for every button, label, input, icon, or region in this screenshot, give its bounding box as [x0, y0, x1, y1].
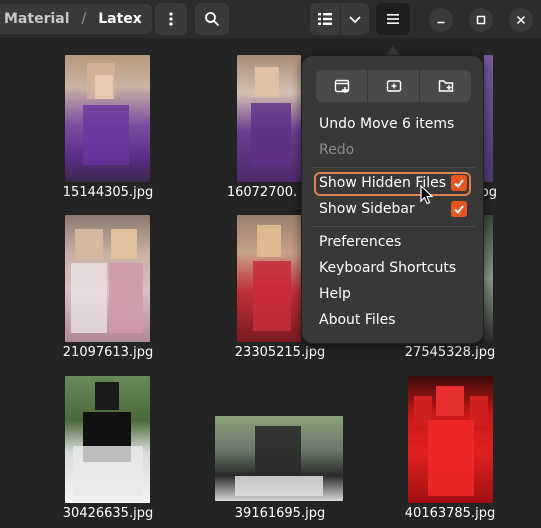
- close-icon: [516, 15, 526, 25]
- file-name: 27545328.jpg: [404, 345, 496, 360]
- pixelated-photo-icon: [73, 382, 143, 496]
- image-thumbnail[interactable]: [65, 215, 150, 342]
- search-button[interactable]: [195, 3, 229, 35]
- new-tab-icon: [386, 80, 401, 92]
- view-list-button[interactable]: [310, 3, 340, 35]
- close-button[interactable]: [509, 8, 533, 32]
- main-menu-popover: Undo Move 6 items Redo Show Hidden Files…: [301, 55, 484, 344]
- pixelated-photo-icon: [83, 63, 129, 165]
- new-tab-button[interactable]: [368, 70, 420, 102]
- pixelated-photo-icon: [251, 67, 291, 167]
- image-thumbnail[interactable]: [65, 55, 150, 182]
- window-action-buttons: [316, 70, 471, 102]
- pixelated-photo-icon: [414, 386, 488, 496]
- search-icon: [205, 12, 219, 26]
- image-thumbnail[interactable]: [237, 55, 301, 182]
- image-thumbnail[interactable]: [484, 55, 493, 182]
- new-folder-button[interactable]: [420, 70, 471, 102]
- view-options-dropdown[interactable]: [341, 3, 369, 35]
- header-bar: Material / Latex: [0, 0, 541, 38]
- image-thumbnail[interactable]: [237, 215, 301, 342]
- menu-separator: [312, 226, 475, 227]
- list-view-icon: [318, 13, 332, 25]
- new-window-icon: [334, 79, 349, 93]
- breadcrumb-current[interactable]: Latex: [94, 11, 146, 27]
- image-thumbnail[interactable]: [484, 215, 493, 342]
- menu-item-redo: Redo: [319, 142, 355, 158]
- folder-options-button[interactable]: [155, 3, 187, 35]
- file-name: 39161695.jpg: [234, 506, 326, 521]
- image-thumbnail[interactable]: [215, 416, 343, 501]
- file-name: 16072700.: [226, 185, 298, 200]
- pixelated-photo-icon: [235, 426, 323, 496]
- menu-item-keyboard-shortcuts[interactable]: Keyboard Shortcuts: [319, 260, 456, 276]
- show-sidebar-checkbox[interactable]: [451, 201, 467, 217]
- minimize-icon: [437, 21, 445, 24]
- maximize-icon: [476, 15, 486, 25]
- breadcrumb: Material / Latex: [0, 4, 152, 34]
- menu-item-preferences[interactable]: Preferences: [319, 234, 401, 250]
- new-folder-icon: [438, 80, 453, 92]
- maximize-button[interactable]: [469, 8, 493, 32]
- menu-item-show-sidebar[interactable]: Show Sidebar: [319, 201, 415, 217]
- image-thumbnail[interactable]: [408, 376, 493, 503]
- file-name: 30426635.jpg: [62, 506, 154, 521]
- file-name: 15144305.jpg: [62, 185, 154, 200]
- breadcrumb-parent[interactable]: Material: [0, 11, 74, 27]
- file-name: 23305215.jpg: [234, 345, 326, 360]
- checkmark-icon: [454, 205, 464, 215]
- pixelated-photo-icon: [71, 229, 143, 333]
- menu-item-about[interactable]: About Files: [319, 312, 396, 328]
- vertical-dots-icon: [169, 12, 173, 26]
- hamburger-icon: [387, 14, 399, 24]
- new-window-button[interactable]: [316, 70, 368, 102]
- checkmark-icon: [454, 179, 464, 189]
- file-name: 40163785.jpg: [404, 506, 496, 521]
- main-menu-button[interactable]: [376, 3, 410, 35]
- minimize-button[interactable]: [429, 8, 453, 32]
- menu-item-undo[interactable]: Undo Move 6 items: [319, 116, 454, 132]
- pixelated-photo-icon: [253, 225, 291, 331]
- mouse-cursor-icon: [420, 185, 434, 205]
- menu-item-help[interactable]: Help: [319, 286, 351, 302]
- file-name: 21097613.jpg: [62, 345, 154, 360]
- chevron-down-icon: [349, 16, 361, 24]
- show-hidden-files-checkbox[interactable]: [451, 175, 467, 191]
- image-thumbnail[interactable]: [65, 376, 150, 503]
- menu-separator: [312, 167, 475, 168]
- breadcrumb-separator: /: [81, 11, 87, 27]
